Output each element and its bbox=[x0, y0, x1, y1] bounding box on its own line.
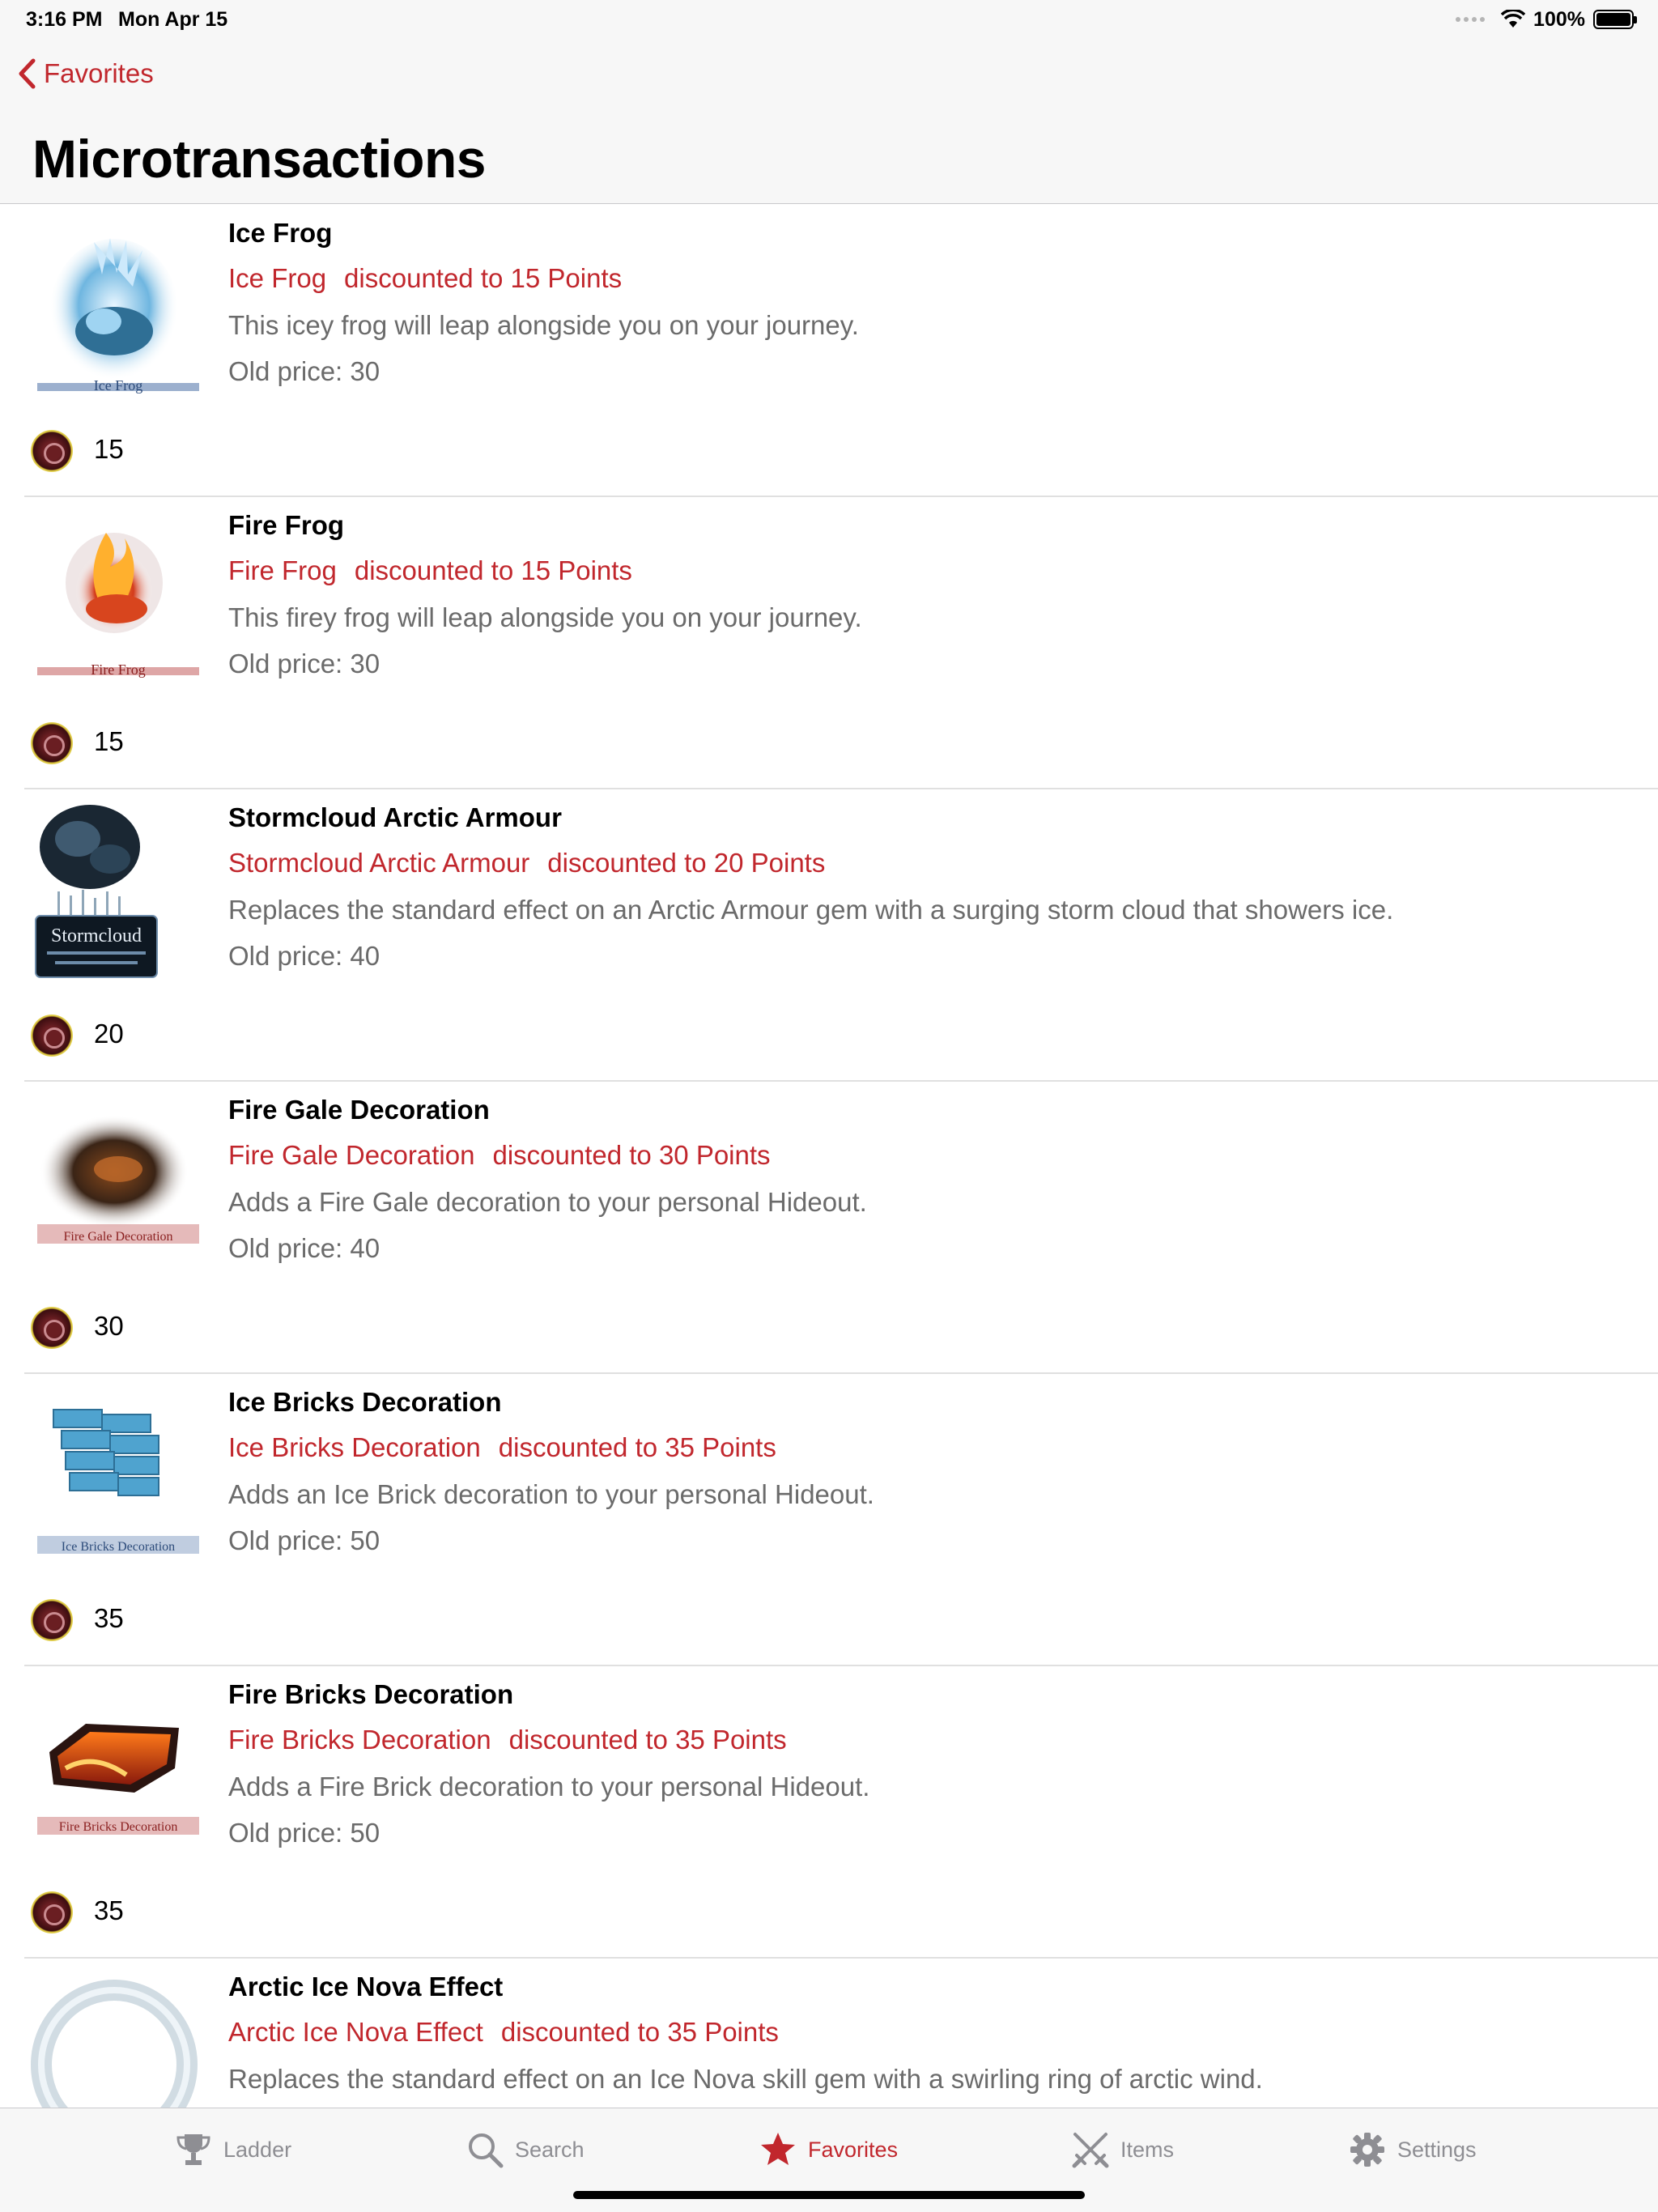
fire-gale-image: Fire Gale Decoration bbox=[29, 1095, 209, 1281]
item-discount-line: Fire Gale Decoration discounted to 30 Poi… bbox=[228, 1140, 771, 1170]
tab-search[interactable]: Search bbox=[466, 2131, 585, 2168]
cellular-signal-icon bbox=[1456, 17, 1486, 22]
thumb-caption: Stormcloud bbox=[51, 925, 142, 946]
point-coin-icon bbox=[31, 1891, 73, 1933]
status-time: 3:16 PM bbox=[26, 8, 103, 31]
back-button[interactable]: Favorites bbox=[18, 58, 154, 89]
status-indicators: 100% bbox=[1456, 6, 1637, 32]
item-discount-line: Fire Frog discounted to 15 Points bbox=[228, 555, 632, 585]
wifi-icon bbox=[1501, 10, 1526, 28]
battery-percent: 100% bbox=[1533, 7, 1585, 31]
thumb-caption: Fire Gale Decoration bbox=[63, 1230, 172, 1244]
crossed-swords-icon bbox=[1072, 2133, 1109, 2168]
point-coin-icon bbox=[31, 722, 73, 764]
item-description: Adds a Fire Gale decoration to your pers… bbox=[228, 1187, 867, 1217]
page-title: Microtransactions bbox=[32, 129, 486, 189]
thumb-caption: Ice Bricks Decoration bbox=[62, 1540, 175, 1554]
tab-bar: Ladder Search Favorites Items Settings bbox=[0, 2108, 1658, 2212]
item-description: This icey frog will leap alongside you o… bbox=[228, 310, 859, 340]
stormcloud-image: Stormcloud bbox=[29, 802, 209, 989]
item-price: 30 bbox=[94, 1311, 124, 1341]
point-coin-icon bbox=[31, 1599, 73, 1641]
item-old-price: Old price: 50 bbox=[228, 1818, 380, 1848]
list-item[interactable]: Fire Frog Fire Frog Fire Frog discounted … bbox=[24, 497, 1658, 789]
search-icon bbox=[469, 2133, 504, 2168]
point-coin-icon bbox=[31, 1015, 73, 1057]
item-old-price: Old price: 40 bbox=[228, 941, 380, 971]
navigation-bar: Favorites Microtransactions bbox=[0, 39, 1658, 204]
item-discount-line: Ice Frog discounted to 15 Points bbox=[228, 263, 623, 293]
tab-settings[interactable]: Settings bbox=[1349, 2131, 1477, 2168]
item-discount-line: Arctic Ice Nova Effect discounted to 35 P… bbox=[228, 2017, 779, 2047]
item-description: Adds a Fire Brick decoration to your per… bbox=[228, 1772, 870, 1802]
item-title: Arctic Ice Nova Effect bbox=[228, 1972, 504, 2001]
item-price: 35 bbox=[94, 1895, 124, 1925]
item-description: Replaces the standard effect on an Ice N… bbox=[228, 2064, 1263, 2094]
item-discount-line: Fire Bricks Decoration discounted to 35 P… bbox=[228, 1725, 787, 1755]
home-indicator[interactable] bbox=[573, 2191, 1085, 2199]
microtransaction-list[interactable]: Ice Frog Ice Frog Ice Frog discounted to … bbox=[0, 205, 1658, 2108]
thumb-caption: Fire Frog bbox=[91, 661, 146, 678]
fire-frog-image: Fire Frog bbox=[29, 510, 209, 696]
tab-label: Settings bbox=[1397, 2137, 1477, 2162]
item-title: Ice Frog bbox=[228, 218, 333, 248]
thumb-caption: Ice Frog bbox=[94, 377, 142, 393]
list-item[interactable]: Ice Frog Ice Frog Ice Frog discounted to … bbox=[24, 205, 1658, 497]
fire-bricks-image: Fire Bricks Decoration bbox=[29, 1679, 209, 1865]
item-price: 35 bbox=[94, 1603, 124, 1633]
gear-icon bbox=[1350, 2133, 1384, 2167]
list-item[interactable]: Arctic Ice Nova Effect Arctic Ice Nova E… bbox=[24, 1959, 1658, 2108]
star-icon bbox=[761, 2133, 795, 2165]
battery-icon bbox=[1593, 10, 1637, 29]
tab-label: Search bbox=[515, 2137, 585, 2162]
tab-items[interactable]: Items bbox=[1072, 2131, 1174, 2168]
item-old-price: Old price: 50 bbox=[228, 1525, 380, 1555]
list-item[interactable]: Fire Bricks Decoration Fire Bricks Decor… bbox=[24, 1666, 1658, 1959]
tab-label: Items bbox=[1120, 2137, 1175, 2162]
item-title: Fire Bricks Decoration bbox=[228, 1679, 514, 1709]
item-price: 20 bbox=[94, 1019, 124, 1049]
item-price: 15 bbox=[94, 726, 124, 756]
status-date: Mon Apr 15 bbox=[118, 8, 228, 31]
ice-nova-image bbox=[29, 1972, 209, 2108]
item-description: Adds an Ice Brick decoration to your per… bbox=[228, 1479, 874, 1509]
item-old-price: Old price: 40 bbox=[228, 1233, 380, 1263]
tab-ladder[interactable]: Ladder bbox=[175, 2131, 291, 2168]
ice-frog-image: Ice Frog bbox=[29, 218, 209, 404]
item-description: Replaces the standard effect on an Arcti… bbox=[228, 895, 1394, 925]
item-title: Ice Bricks Decoration bbox=[228, 1387, 502, 1417]
item-description: This firey frog will leap alongside you … bbox=[228, 602, 862, 632]
list-item[interactable]: Stormcloud Stormcloud Arctic Armour Stor… bbox=[24, 789, 1658, 1082]
ice-bricks-image: Ice Bricks Decoration bbox=[29, 1387, 209, 1573]
tab-favorites[interactable]: Favorites bbox=[759, 2131, 898, 2168]
point-coin-icon bbox=[31, 430, 73, 472]
item-title: Stormcloud Arctic Armour bbox=[228, 802, 562, 832]
item-title: Fire Gale Decoration bbox=[228, 1095, 490, 1125]
chevron-left-icon bbox=[19, 58, 36, 89]
item-old-price: Old price: 30 bbox=[228, 356, 380, 386]
tab-label: Ladder bbox=[223, 2137, 292, 2162]
thumb-caption: Fire Bricks Decoration bbox=[59, 1820, 178, 1834]
trophy-icon bbox=[176, 2134, 210, 2165]
item-old-price: Old price: 30 bbox=[228, 649, 380, 678]
tab-label: Favorites bbox=[808, 2137, 899, 2162]
point-coin-icon bbox=[31, 1307, 73, 1349]
status-bar: 3:16 PM Mon Apr 15 100% bbox=[0, 0, 1658, 39]
item-discount-line: Ice Bricks Decoration discounted to 35 Po… bbox=[228, 1432, 776, 1462]
list-item[interactable]: Fire Gale Decoration Fire Gale Decoratio… bbox=[24, 1082, 1658, 1374]
back-button-label: Favorites bbox=[44, 58, 154, 88]
item-discount-line: Stormcloud Arctic Armour discounted to 20… bbox=[228, 848, 826, 878]
item-title: Fire Frog bbox=[228, 510, 345, 540]
list-item[interactable]: Ice Bricks Decoration Ice Bricks Decorat… bbox=[24, 1374, 1658, 1666]
item-price: 15 bbox=[94, 434, 124, 464]
